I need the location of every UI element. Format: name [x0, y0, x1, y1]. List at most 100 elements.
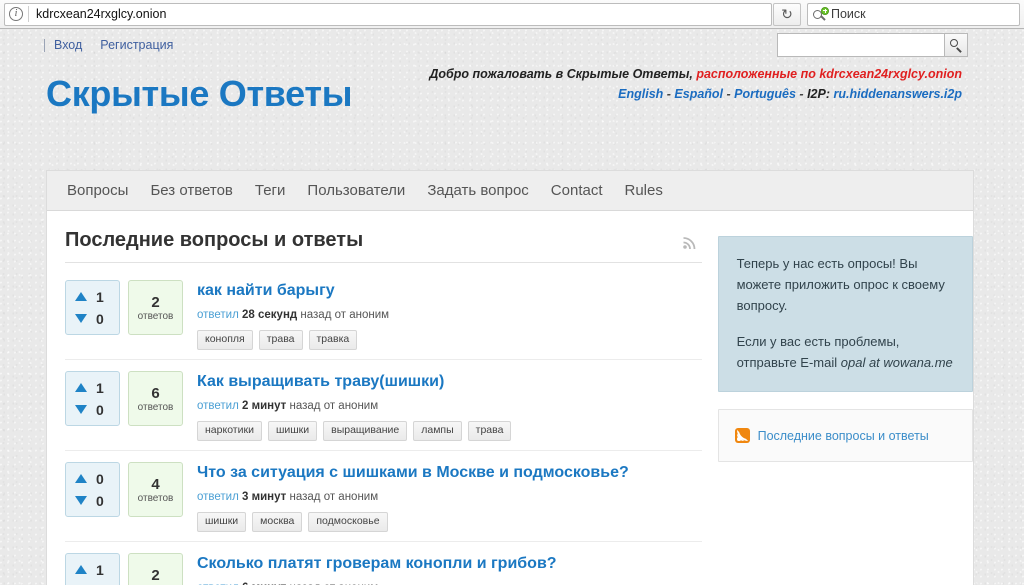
arrow-down-icon[interactable] [75, 405, 87, 414]
arrow-up-icon[interactable] [75, 565, 87, 574]
sidebar-notice: Теперь у нас есть опросы! Вы можете прил… [718, 236, 973, 392]
answers-box: 2 ответов [128, 553, 183, 585]
nav-item-questions[interactable]: Вопросы [63, 171, 139, 211]
sidebar-notice-paragraph-1: Теперь у нас есть опросы! Вы можете прил… [737, 253, 954, 316]
question-title-link[interactable]: Что за ситуация с шишками в Москве и под… [197, 463, 702, 482]
arrow-up-icon[interactable] [75, 292, 87, 301]
lang-espanol[interactable]: Español [674, 87, 723, 101]
tag-item[interactable]: выращивание [323, 421, 407, 441]
lang-sep-1: - [663, 87, 674, 101]
nav-item-unanswered[interactable]: Без ответов [139, 171, 243, 211]
tag-item[interactable]: москва [252, 512, 302, 532]
answers-label: ответов [138, 493, 174, 504]
answers-count: 4 [151, 476, 159, 493]
answers-count: 6 [151, 385, 159, 402]
arrow-down-icon[interactable] [75, 314, 87, 323]
question-meta: ответил 2 минут назад от аноним [197, 400, 702, 412]
arrow-up-icon[interactable] [75, 383, 87, 392]
nav-item-ask-question[interactable]: Задать вопрос [416, 171, 539, 211]
page-title: Последние вопросы и ответы [65, 229, 702, 252]
upvote-line[interactable]: 1 [75, 559, 119, 581]
answers-label: ответов [138, 402, 174, 413]
reload-button[interactable]: ↻ [773, 3, 801, 26]
tag-item[interactable]: трава [259, 330, 303, 350]
upvote-count: 1 [96, 380, 104, 396]
question-body: Как выращивать траву(шишки) ответил 2 ми… [183, 371, 702, 441]
question-title-link[interactable]: Сколько платят гроверам конопли и грибов… [197, 554, 702, 573]
title-divider [65, 262, 702, 263]
answers-box: 2 ответов [128, 280, 183, 335]
meta-verb[interactable]: ответил [197, 491, 239, 503]
answers-box: 4 ответов [128, 462, 183, 517]
login-link[interactable]: Вход [54, 38, 82, 52]
question-title-link[interactable]: как найти барыгу [197, 281, 702, 300]
meta-when: 2 минут [242, 400, 286, 412]
downvote-line[interactable]: 0 [75, 308, 119, 330]
vote-box[interactable]: 0 0 [65, 462, 120, 517]
tag-item[interactable]: наркотики [197, 421, 262, 441]
site-title[interactable]: Скрытые Ответы [46, 73, 352, 115]
tag-item[interactable]: трава [468, 421, 512, 441]
meta-suffix: назад от аноним [290, 400, 379, 412]
rss-icon[interactable] [682, 233, 698, 249]
site-info-icon[interactable]: i [9, 7, 23, 21]
tag-item[interactable]: конопля [197, 330, 253, 350]
arrow-down-icon[interactable] [75, 496, 87, 505]
tag-item[interactable]: лампы [413, 421, 461, 441]
welcome-onion-address: расположенные по kdrcxean24rxglcy.onion [696, 67, 962, 81]
answers-count: 2 [151, 294, 159, 311]
table-row: 0 0 4 ответов Что за ситуация с шишками … [65, 451, 702, 542]
sidebar-rss-block[interactable]: Последние вопросы и ответы [718, 409, 973, 462]
vote-box[interactable]: 1 0 [65, 371, 120, 426]
question-title-link[interactable]: Как выращивать траву(шишки) [197, 372, 702, 391]
lang-english[interactable]: English [618, 87, 663, 101]
main-column: Последние вопросы и ответы [47, 211, 718, 585]
arrow-up-icon[interactable] [75, 474, 87, 483]
i2p-link[interactable]: ru.hiddenanswers.i2p [833, 87, 962, 101]
tag-item[interactable]: шишки [268, 421, 317, 441]
lang-portugues[interactable]: Português [734, 87, 796, 101]
lang-sep-3: - [796, 87, 807, 101]
vote-box[interactable]: 1 0 [65, 553, 120, 585]
address-bar[interactable]: i kdrcxean24rxglcy.onion [4, 3, 772, 26]
question-body: как найти барыгу ответил 28 секунд назад… [183, 280, 702, 350]
question-body: Что за ситуация с шишками в Москве и под… [183, 462, 702, 532]
tag-item[interactable]: подмосковье [308, 512, 387, 532]
search-icon [813, 7, 828, 22]
downvote-line[interactable]: 0 [75, 581, 119, 585]
search-button[interactable] [944, 33, 968, 57]
search-input[interactable] [777, 33, 944, 57]
nav-item-users[interactable]: Пользователи [296, 171, 416, 211]
content-columns: Последние вопросы и ответы [47, 211, 973, 585]
page-background: Вход Регистрация Скрытые Ответы Добро по… [0, 29, 1024, 585]
sidebar-rss-link[interactable]: Последние вопросы и ответы [758, 429, 929, 443]
nav-item-rules[interactable]: Rules [614, 171, 674, 211]
sidebar: Теперь у нас есть опросы! Вы можете прил… [718, 211, 973, 585]
meta-verb[interactable]: ответил [197, 309, 239, 321]
tag-item[interactable]: шишки [197, 512, 246, 532]
nav-item-tags[interactable]: Теги [244, 171, 297, 211]
table-row: 1 0 2 ответов как найти барыгу [65, 269, 702, 360]
upvote-line[interactable]: 1 [75, 377, 119, 399]
meta-verb[interactable]: ответил [197, 400, 239, 412]
register-link[interactable]: Регистрация [100, 38, 173, 52]
question-tags: конопля трава травка [197, 330, 702, 350]
downvote-count: 0 [96, 311, 104, 327]
vote-box[interactable]: 1 0 [65, 280, 120, 335]
language-links: English - Español - Português - I2P: ru.… [618, 87, 962, 101]
question-tags: шишки москва подмосковье [197, 512, 702, 532]
upvote-line[interactable]: 1 [75, 286, 119, 308]
downvote-count: 0 [96, 402, 104, 418]
content-wrapper: Вопросы Без ответов Теги Пользователи За… [46, 170, 974, 585]
main-navigation: Вопросы Без ответов Теги Пользователи За… [47, 171, 973, 211]
sidebar-notice-email: opal at wowana.me [841, 355, 953, 370]
downvote-line[interactable]: 0 [75, 399, 119, 421]
upvote-line[interactable]: 0 [75, 468, 119, 490]
lang-sep-2: - [723, 87, 734, 101]
downvote-line[interactable]: 0 [75, 490, 119, 512]
nav-item-contact[interactable]: Contact [540, 171, 614, 211]
question-body: Сколько платят гроверам конопли и грибов… [183, 553, 702, 585]
browser-search-box[interactable]: Поиск [807, 3, 1020, 26]
url-divider [28, 6, 29, 22]
tag-item[interactable]: травка [309, 330, 358, 350]
